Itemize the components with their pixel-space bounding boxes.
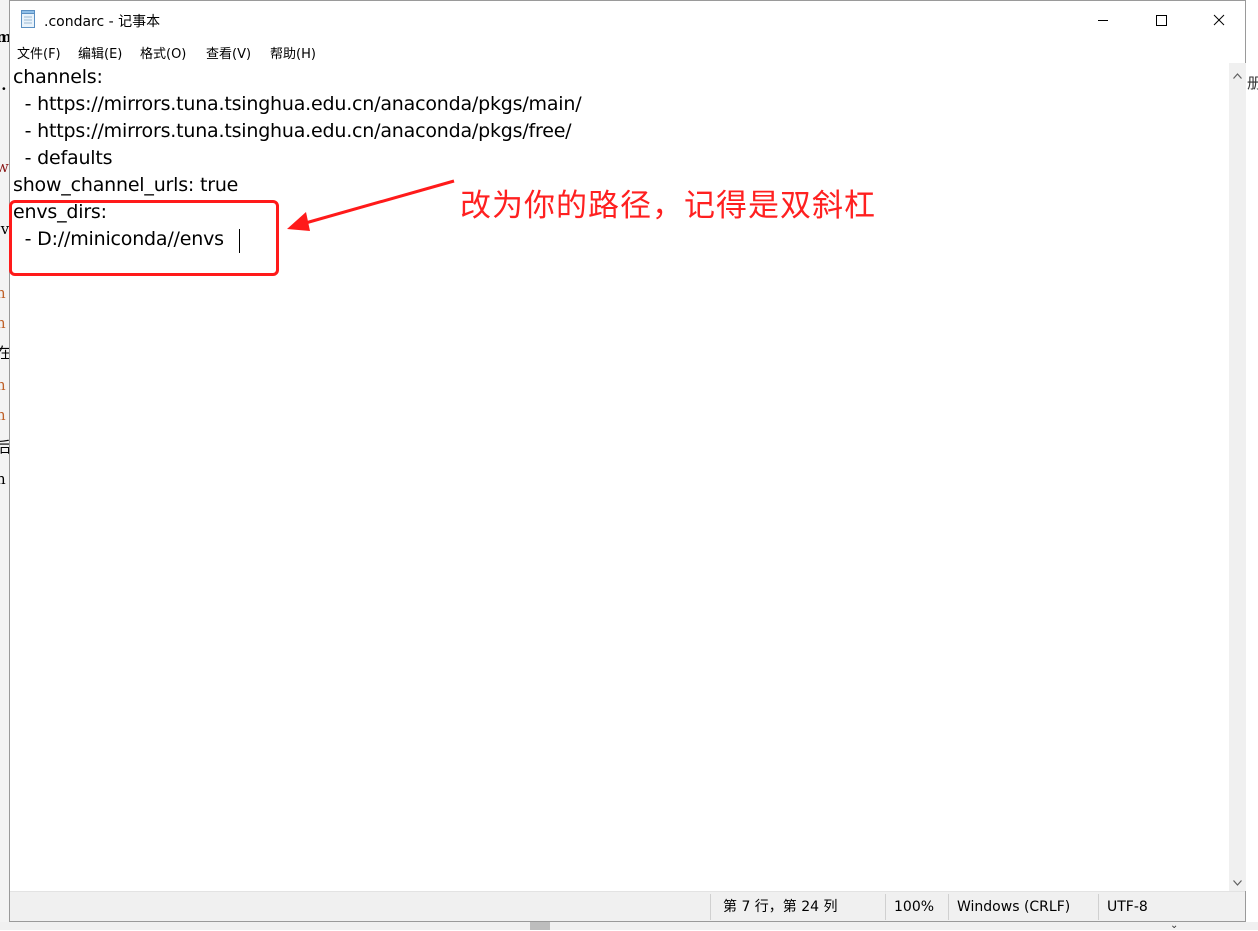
notepad-icon — [20, 10, 36, 28]
vertical-scrollbar[interactable] — [1229, 63, 1246, 891]
status-bar: 第 7 行，第 24 列 100% Windows (CRLF) UTF-8 — [10, 891, 1245, 921]
status-encoding: UTF-8 — [1107, 899, 1148, 915]
chevron-down-icon — [1233, 871, 1242, 890]
editor-line: - https://mirrors.tuna.tsinghua.edu.cn/a… — [13, 120, 572, 142]
editor-line: - defaults — [13, 147, 113, 169]
status-cursor-position: 第 7 行，第 24 列 — [723, 899, 838, 915]
annotation-arrow — [287, 179, 455, 231]
background-window-bottom: ⌄ — [0, 921, 1258, 931]
background-window-edge: m .. w .v n n 在 n n 后 n — [0, 0, 9, 930]
close-button[interactable] — [1190, 1, 1248, 39]
minimize-button[interactable] — [1074, 1, 1132, 39]
editor-line: show_channel_urls: true — [13, 174, 239, 196]
scroll-up-button[interactable] — [1229, 65, 1246, 82]
maximize-icon — [1155, 14, 1167, 26]
notepad-window: .condarc - 记事本 文件(F) 编辑(E) 格式(O) 查看(V) 帮… — [9, 0, 1246, 922]
menu-edit[interactable]: 编辑(E) — [78, 43, 122, 62]
menu-view[interactable]: 查看(V) — [206, 43, 251, 62]
chevron-up-icon — [1233, 64, 1242, 83]
annotation-highlight-box — [9, 200, 279, 276]
scroll-down-button[interactable] — [1229, 872, 1246, 889]
annotation-text: 改为你的路径，记得是双斜杠 — [460, 188, 876, 224]
menu-format[interactable]: 格式(O) — [140, 43, 186, 62]
status-zoom: 100% — [894, 899, 935, 915]
menu-bar: 文件(F) 编辑(E) 格式(O) 查看(V) 帮助(H) — [10, 39, 1245, 63]
background-window-edge-right: 册 — [1246, 60, 1258, 930]
title-bar[interactable]: .condarc - 记事本 — [10, 1, 1245, 39]
maximize-button[interactable] — [1132, 1, 1190, 39]
menu-help[interactable]: 帮助(H) — [270, 43, 316, 62]
close-icon — [1213, 14, 1225, 26]
minimize-icon — [1097, 14, 1109, 26]
window-title: .condarc - 记事本 — [44, 14, 161, 30]
editor-line: - https://mirrors.tuna.tsinghua.edu.cn/a… — [13, 93, 582, 115]
status-line-ending: Windows (CRLF) — [957, 899, 1071, 915]
editor-line: channels: — [13, 66, 103, 88]
menu-file[interactable]: 文件(F) — [17, 43, 61, 62]
